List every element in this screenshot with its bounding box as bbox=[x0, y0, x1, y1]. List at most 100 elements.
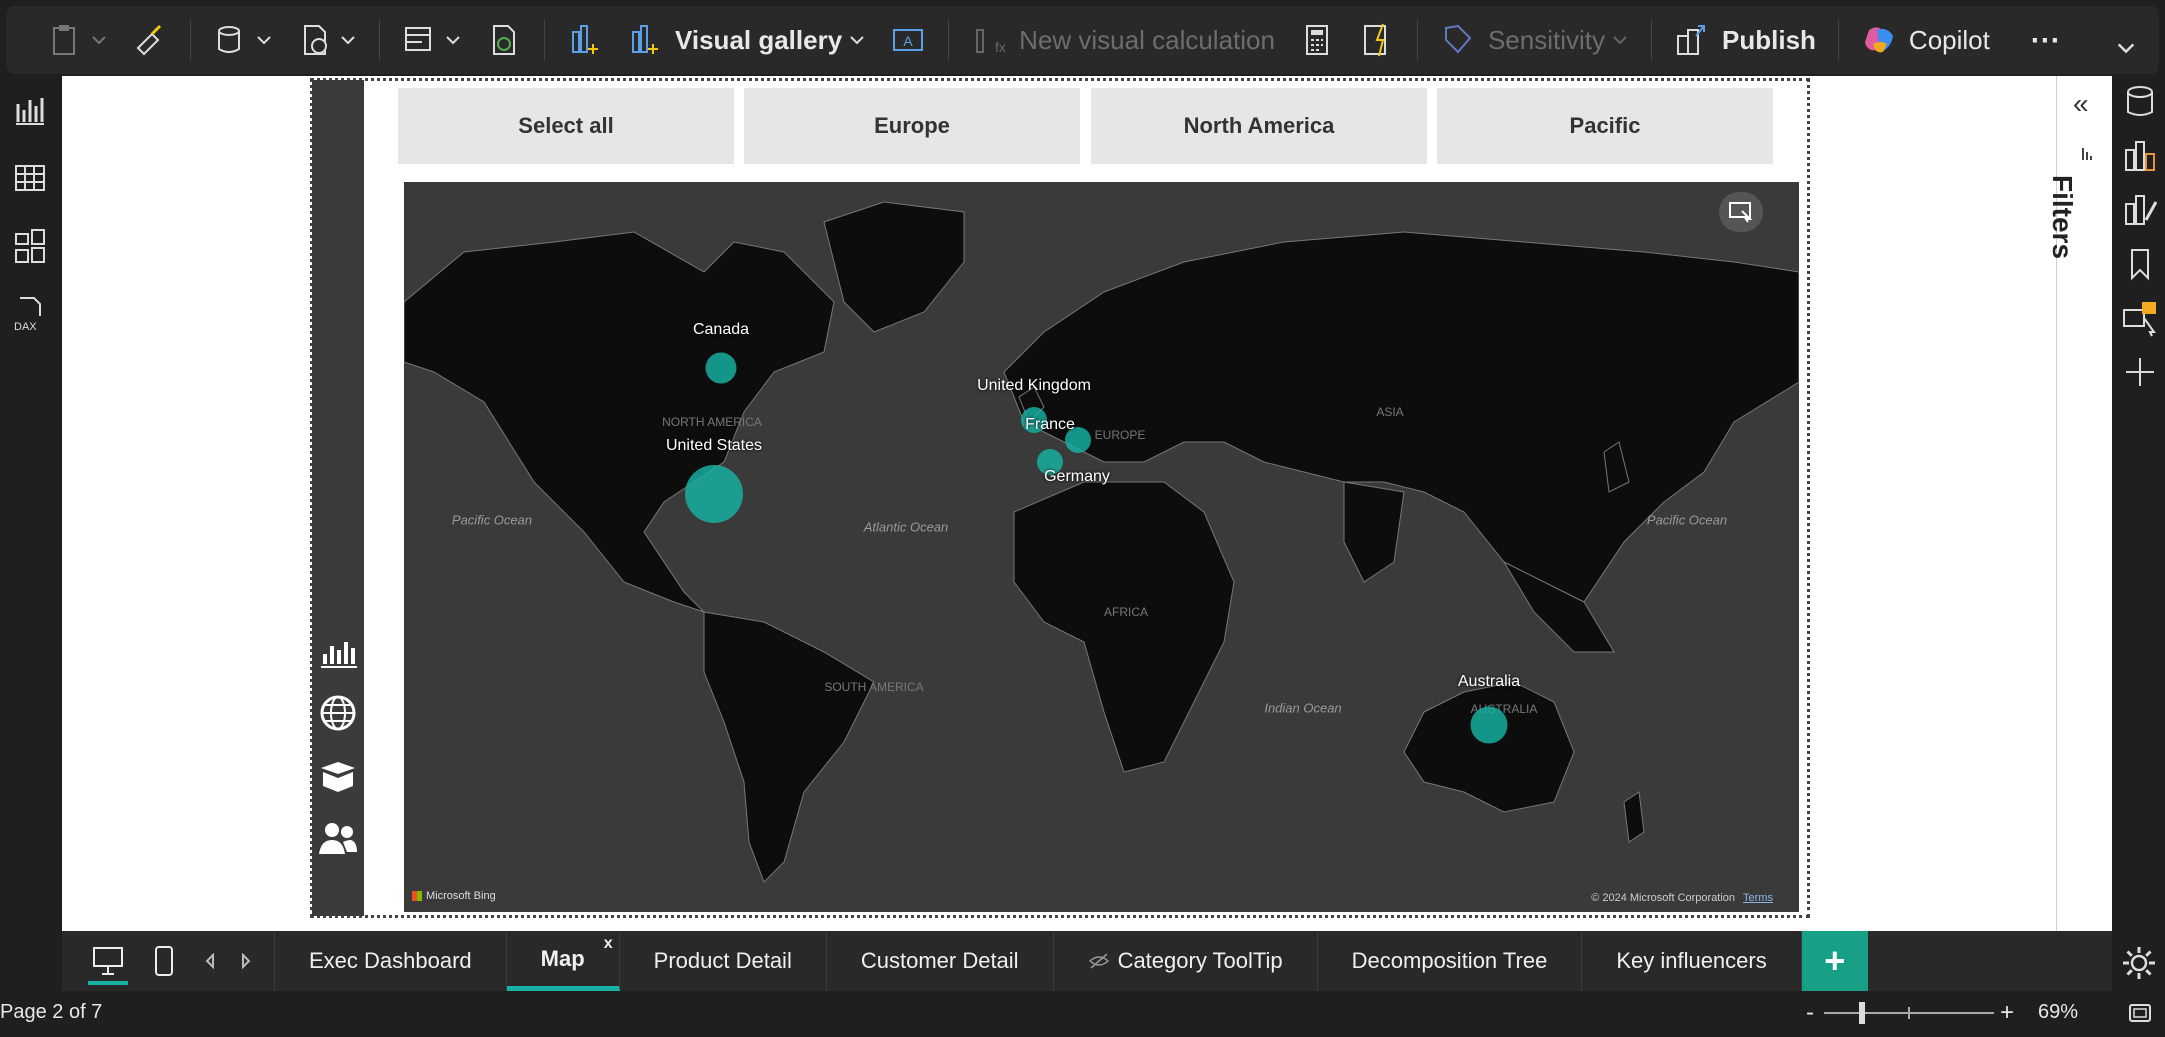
tab-exec-dashboard[interactable]: Exec Dashboard bbox=[274, 931, 507, 991]
map-bubble[interactable] bbox=[705, 352, 737, 384]
publish-label: Publish bbox=[1722, 24, 1816, 55]
quick-measure-button[interactable] bbox=[1347, 14, 1407, 66]
visual-gallery-label: Visual gallery bbox=[675, 24, 843, 55]
world-map bbox=[404, 182, 1799, 912]
zoom-in-button[interactable]: + bbox=[2000, 999, 2014, 1027]
tab-category-tooltip[interactable]: Category ToolTip bbox=[1054, 931, 1318, 991]
new-measure-button[interactable] bbox=[1287, 14, 1347, 66]
tab-label: Key influencers bbox=[1616, 948, 1767, 973]
more-options-button[interactable]: ⋯ bbox=[2018, 14, 2072, 66]
database-icon bbox=[218, 26, 240, 53]
ribbon-separator bbox=[1416, 20, 1418, 60]
map-bubble[interactable] bbox=[1470, 706, 1508, 744]
get-data-button[interactable] bbox=[201, 14, 285, 66]
publish-button[interactable]: Publish bbox=[1662, 14, 1828, 66]
mobile-view-button[interactable] bbox=[136, 931, 192, 991]
country-label: Australia bbox=[1457, 673, 1521, 690]
visual-gallery-icon bbox=[632, 25, 658, 54]
filter-sort-icon bbox=[2082, 148, 2092, 160]
region-label: AFRICA bbox=[1103, 605, 1149, 619]
tab-customer-detail[interactable]: Customer Detail bbox=[827, 931, 1054, 991]
country-label: France bbox=[1025, 416, 1075, 433]
zoom-out-button[interactable]: - bbox=[1806, 999, 1814, 1027]
globe-nav-icon[interactable] bbox=[317, 692, 359, 734]
document-clock-icon bbox=[304, 25, 327, 55]
gear-icon[interactable] bbox=[2120, 944, 2158, 982]
copilot-label: Copilot bbox=[1908, 24, 1990, 55]
region-label: SOUTH AMERICA bbox=[824, 680, 924, 694]
bar-chart-add-icon bbox=[572, 25, 598, 54]
ribbon-collapse-button[interactable] bbox=[2097, 22, 2149, 74]
ocean-label: Pacific Ocean bbox=[1646, 512, 1728, 528]
tab-label: Exec Dashboard bbox=[309, 948, 472, 973]
chevron-down-icon bbox=[257, 36, 271, 45]
slicer-north-america[interactable]: North America bbox=[1091, 88, 1427, 164]
selection-pane-icon[interactable] bbox=[2120, 298, 2160, 338]
calculator-icon bbox=[1305, 25, 1328, 55]
copilot-button[interactable]: Copilot bbox=[1849, 14, 2002, 66]
ribbon-toolbar: Visual gallery A fx New visual calculati… bbox=[6, 6, 2159, 74]
add-pane-icon[interactable] bbox=[2120, 352, 2160, 392]
zoom-level[interactable]: 69% bbox=[2038, 1001, 2078, 1024]
paste-button[interactable] bbox=[36, 14, 120, 66]
format-pane-icon[interactable] bbox=[2120, 190, 2160, 230]
collapse-filters-icon[interactable]: « bbox=[2073, 88, 2089, 120]
visual-calculation-icon: fx bbox=[976, 29, 1006, 55]
active-view-indicator bbox=[88, 981, 128, 985]
table-view-icon[interactable] bbox=[10, 158, 50, 198]
add-page-button[interactable]: + bbox=[1801, 931, 1868, 991]
model-view-icon[interactable] bbox=[10, 226, 50, 266]
desktop-icon bbox=[93, 947, 123, 975]
tab-product-detail[interactable]: Product Detail bbox=[620, 931, 827, 991]
report-view-icon[interactable] bbox=[10, 90, 50, 130]
ribbon-separator bbox=[948, 20, 950, 60]
box-nav-icon[interactable] bbox=[317, 754, 359, 796]
filters-label[interactable]: Filters bbox=[2046, 175, 2078, 259]
ocean-label: Indian Ocean bbox=[1264, 700, 1342, 716]
chevron-left-icon bbox=[205, 953, 214, 969]
visual-gallery-button[interactable]: Visual gallery bbox=[615, 14, 878, 66]
close-tab-icon[interactable]: x bbox=[604, 935, 613, 953]
region-label: NORTH AMERICA bbox=[662, 415, 762, 429]
dax-query-view-icon[interactable]: DAX bbox=[10, 294, 50, 334]
transform-data-button[interactable] bbox=[390, 14, 474, 66]
map-bubble[interactable] bbox=[685, 465, 743, 523]
tab-label: Customer Detail bbox=[860, 948, 1019, 973]
ribbon: Visual gallery A fx New visual calculati… bbox=[0, 0, 2165, 76]
slicer-pacific[interactable]: Pacific bbox=[1437, 88, 1773, 164]
refresh-button[interactable] bbox=[474, 14, 534, 66]
bookmark-icon[interactable] bbox=[2120, 244, 2160, 284]
format-painter-button[interactable] bbox=[120, 14, 180, 66]
focus-mode-button[interactable] bbox=[1719, 192, 1763, 232]
recent-sources-button[interactable] bbox=[285, 14, 369, 66]
visualizations-pane-icon[interactable] bbox=[2120, 136, 2160, 176]
tab-map[interactable]: Map x bbox=[506, 931, 620, 991]
country-label: United Kingdom bbox=[977, 377, 1091, 394]
sensitivity-button[interactable]: Sensitivity bbox=[1428, 14, 1641, 66]
view-switcher-rail: DAX bbox=[0, 76, 62, 931]
new-visual-calculation-button[interactable]: fx New visual calculation bbox=[959, 14, 1287, 66]
status-bar: Page 2 of 7 - + 69% bbox=[0, 991, 2165, 1037]
map-copyright: © 2024 Microsoft Corporation Terms bbox=[1591, 892, 1773, 904]
tab-label: Decomposition Tree bbox=[1351, 948, 1548, 973]
zoom-slider-thumb[interactable] bbox=[1859, 1002, 1865, 1024]
copilot-icon bbox=[1864, 27, 1893, 53]
prev-page-button[interactable] bbox=[192, 953, 228, 969]
tab-key-influencers[interactable]: Key influencers bbox=[1582, 931, 1802, 991]
map-visual[interactable]: NORTH AMERICA EUROPE ASIA AFRICA SOUTH A… bbox=[404, 182, 1799, 912]
desktop-view-button[interactable] bbox=[80, 931, 136, 991]
new-visual-button[interactable] bbox=[555, 14, 615, 66]
zoom-slider[interactable] bbox=[1824, 1002, 1994, 1024]
slicer-europe[interactable]: Europe bbox=[744, 88, 1080, 164]
next-page-button[interactable] bbox=[228, 953, 264, 969]
hidden-page-icon bbox=[1088, 953, 1109, 969]
tab-decomposition-tree[interactable]: Decomposition Tree bbox=[1318, 931, 1583, 991]
terms-link[interactable]: Terms bbox=[1743, 892, 1773, 904]
chart-nav-icon[interactable] bbox=[317, 630, 359, 672]
data-pane-icon[interactable] bbox=[2120, 82, 2160, 122]
slicer-select-all[interactable]: Select all bbox=[398, 88, 734, 164]
ribbon-separator bbox=[379, 20, 380, 60]
text-box-button[interactable]: A bbox=[878, 14, 938, 66]
people-nav-icon[interactable] bbox=[317, 816, 359, 858]
fit-to-page-icon[interactable] bbox=[2128, 1003, 2152, 1023]
